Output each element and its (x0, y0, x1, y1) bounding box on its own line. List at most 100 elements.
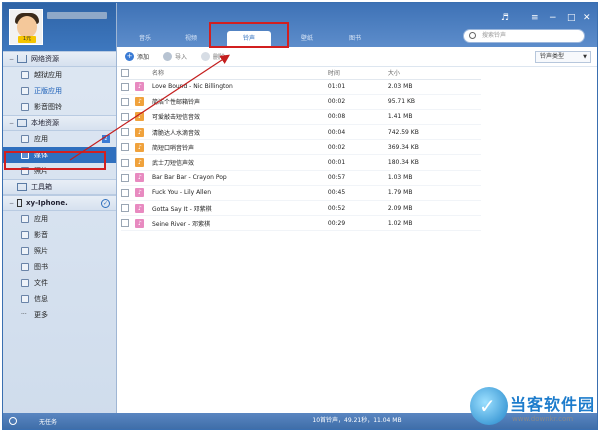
ringtone-file-icon: ♪ (135, 173, 145, 183)
avatar[interactable]: 1元 (9, 9, 43, 45)
sidebar-item-label: 影音图铃 (34, 103, 62, 111)
ringtone-duration: 00:57 (327, 170, 388, 186)
ringtone-name: Bar Bar Bar - Crayon Pop (152, 170, 328, 186)
sidebar-item-device-messages[interactable]: 信息 (3, 291, 116, 307)
table-row[interactable]: ♪ 武士刀短信声效 00:01 180.34 KB (121, 154, 481, 171)
import-button[interactable]: 导入 (163, 52, 187, 61)
row-checkbox[interactable] (121, 97, 129, 106)
table-row[interactable]: ♪ 简洁个性邮箱铃声 00:02 95.71 KB (121, 94, 481, 110)
computer-icon (17, 119, 27, 127)
power-icon[interactable] (9, 417, 17, 425)
delete-icon (201, 52, 211, 61)
ringtone-file-icon: ♪ (135, 127, 145, 137)
table-row[interactable]: ♪ Seine River - 邓紫棋 00:29 1.02 MB (121, 215, 481, 232)
top-bar: ♬ ≡ − □ ✕ 音乐 视频 铃声 壁纸 图书 搜索铃声 (117, 3, 597, 48)
section-device[interactable]: − xy-Iphone. ✓ (3, 195, 116, 211)
book-icon (21, 263, 29, 271)
menu-icon[interactable]: ≡ (531, 13, 539, 23)
username-blurred (47, 12, 107, 19)
section-network-resources[interactable]: − 网络资源 (3, 51, 116, 67)
row-checkbox[interactable] (121, 188, 129, 197)
table-row[interactable]: ♪ Fuck You - Lily Allen 00:45 1.79 MB (121, 185, 481, 202)
more-icon: ··· (21, 311, 27, 318)
select-all-checkbox[interactable] (121, 68, 129, 77)
watermark-url: www.downkr.com (512, 415, 574, 423)
section-label: 网络资源 (31, 55, 59, 63)
row-checkbox[interactable] (121, 112, 129, 121)
row-checkbox[interactable] (121, 219, 129, 228)
watermark-text: 当客软件园 (510, 395, 596, 414)
column-time[interactable]: 时间 (327, 67, 388, 80)
sidebar-item-device-apps[interactable]: 应用 (3, 211, 116, 227)
sidebar-item-device-media[interactable]: 影音 (3, 227, 116, 243)
delete-button[interactable]: 删除 (201, 52, 225, 61)
task-status: 无任务 (39, 418, 58, 426)
sidebar-item-device-more[interactable]: ··· 更多 (3, 307, 116, 323)
app-window: 1元 − 网络资源 越狱应用 正版应用 影音图铃 − 本地资源 应用 2 媒体 … (2, 2, 598, 430)
tab-music[interactable]: 音乐 (123, 31, 167, 47)
sidebar-item-media-ringtones[interactable]: 影音图铃 (3, 99, 116, 115)
maximize-icon[interactable]: □ (567, 13, 576, 23)
tab-books[interactable]: 图书 (333, 31, 377, 47)
ringtone-name: Gotta Say It - 邓紫棋 (152, 200, 328, 217)
ringtone-duration: 00:01 (327, 154, 388, 171)
table-row[interactable]: ♪ Gotta Say It - 邓紫棋 00:52 2.09 MB (121, 200, 481, 217)
connected-check-icon: ✓ (101, 199, 110, 208)
column-name[interactable]: 名称 (152, 67, 328, 80)
sidebar-item-device-books[interactable]: 图书 (3, 259, 116, 275)
minimize-icon[interactable]: − (549, 13, 557, 23)
collapse-triangle-icon[interactable]: − (9, 120, 17, 127)
section-toolbox[interactable]: 工具箱 (3, 179, 116, 195)
row-checkbox[interactable] (121, 158, 129, 167)
row-checkbox[interactable] (121, 143, 129, 152)
ringtone-type-select[interactable]: 铃声类型 ▼ (535, 51, 591, 63)
ringtone-size: 2.03 MB (387, 79, 481, 95)
table-row[interactable]: ♪ Love Bound - Nic Billington 01:01 2.03 MB (121, 79, 481, 95)
collapse-triangle-icon[interactable]: − (9, 200, 17, 207)
ringtone-size: 1.41 MB (387, 109, 481, 126)
sidebar-item-label: 文件 (34, 279, 48, 287)
ringtone-size: 95.71 KB (387, 94, 481, 110)
sidebar-item-device-photos[interactable]: 照片 (3, 243, 116, 259)
ringtone-name: 可爱敲击短信音效 (152, 109, 328, 126)
sidebar-item-local-apps[interactable]: 应用 2 (3, 131, 116, 147)
column-size[interactable]: 大小 (387, 67, 481, 80)
ringtone-file-icon: ♪ (135, 97, 145, 107)
main-panel: ♬ ≡ − □ ✕ 音乐 视频 铃声 壁纸 图书 搜索铃声 + 添加 导入 删除… (117, 3, 597, 429)
sidebar-item-label: 图书 (34, 263, 48, 271)
apps-icon (21, 87, 29, 95)
sidebar-item-genuine-apps[interactable]: 正版应用 (3, 83, 116, 99)
sidebar-item-device-files[interactable]: 文件 (3, 275, 116, 291)
search-input[interactable]: 搜索铃声 (482, 32, 506, 39)
music-icon (21, 103, 29, 111)
row-checkbox[interactable] (121, 82, 129, 91)
collapse-triangle-icon[interactable]: − (9, 56, 17, 63)
ringtone-type-label: 铃声类型 (540, 53, 565, 60)
device-name: xy-Iphone. (26, 199, 68, 207)
search-box[interactable]: 搜索铃声 (463, 29, 585, 43)
row-checkbox[interactable] (121, 173, 129, 182)
row-checkbox[interactable] (121, 204, 129, 213)
music-note-icon[interactable]: ♬ (501, 13, 509, 23)
ringtone-file-icon: ♪ (135, 188, 145, 198)
table-row[interactable]: ♪ 简短口哨音铃声 00:02 369.34 KB (121, 139, 481, 156)
tab-wallpaper[interactable]: 壁纸 (285, 31, 329, 47)
sidebar-item-label: 应用 (34, 215, 48, 223)
profile-header: 1元 (3, 3, 116, 51)
ringtone-file-icon: ♪ (135, 203, 145, 213)
row-checkbox[interactable] (121, 128, 129, 137)
ringtone-size: 1.79 MB (387, 185, 481, 202)
sidebar: 1元 − 网络资源 越狱应用 正版应用 影音图铃 − 本地资源 应用 2 媒体 … (3, 3, 117, 429)
watermark-logo-icon: ✓ (470, 387, 508, 425)
table-row[interactable]: ♪ Bar Bar Bar - Crayon Pop 00:57 1.03 MB (121, 170, 481, 186)
table-row[interactable]: ♪ 清脆达人水滴音效 00:04 742.59 KB (121, 124, 481, 141)
sidebar-item-label: 更多 (34, 311, 48, 319)
table-row[interactable]: ♪ 可爱敲击短信音效 00:08 1.41 MB (121, 109, 481, 126)
sidebar-item-jailbreak-apps[interactable]: 越狱应用 (3, 67, 116, 83)
close-icon[interactable]: ✕ (583, 13, 591, 23)
tab-video[interactable]: 视频 (169, 31, 213, 47)
task-footer[interactable]: 无任务 (3, 413, 117, 429)
section-local-resources[interactable]: − 本地资源 (3, 115, 116, 131)
ringtone-size: 1.03 MB (387, 170, 481, 186)
add-button[interactable]: + 添加 (125, 52, 149, 61)
